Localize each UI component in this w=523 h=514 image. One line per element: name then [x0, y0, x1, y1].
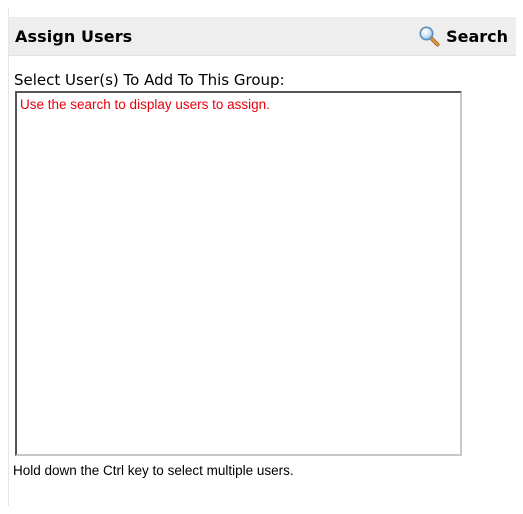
- select-users-label: Select User(s) To Add To This Group:: [14, 71, 285, 89]
- search-button-label: Search: [446, 26, 508, 46]
- search-icon: [418, 25, 440, 47]
- multi-select-help-text: Hold down the Ctrl key to select multipl…: [13, 463, 294, 478]
- panel-header: Assign Users Search: [9, 17, 516, 56]
- list-empty-message: Use the search to display users to assig…: [20, 97, 270, 112]
- panel-title: Assign Users: [15, 27, 133, 46]
- assign-users-panel: Assign Users Search Select User(s) To Ad…: [8, 8, 516, 506]
- search-button[interactable]: Search: [418, 23, 508, 49]
- user-select-list[interactable]: Use the search to display users to assig…: [15, 91, 462, 456]
